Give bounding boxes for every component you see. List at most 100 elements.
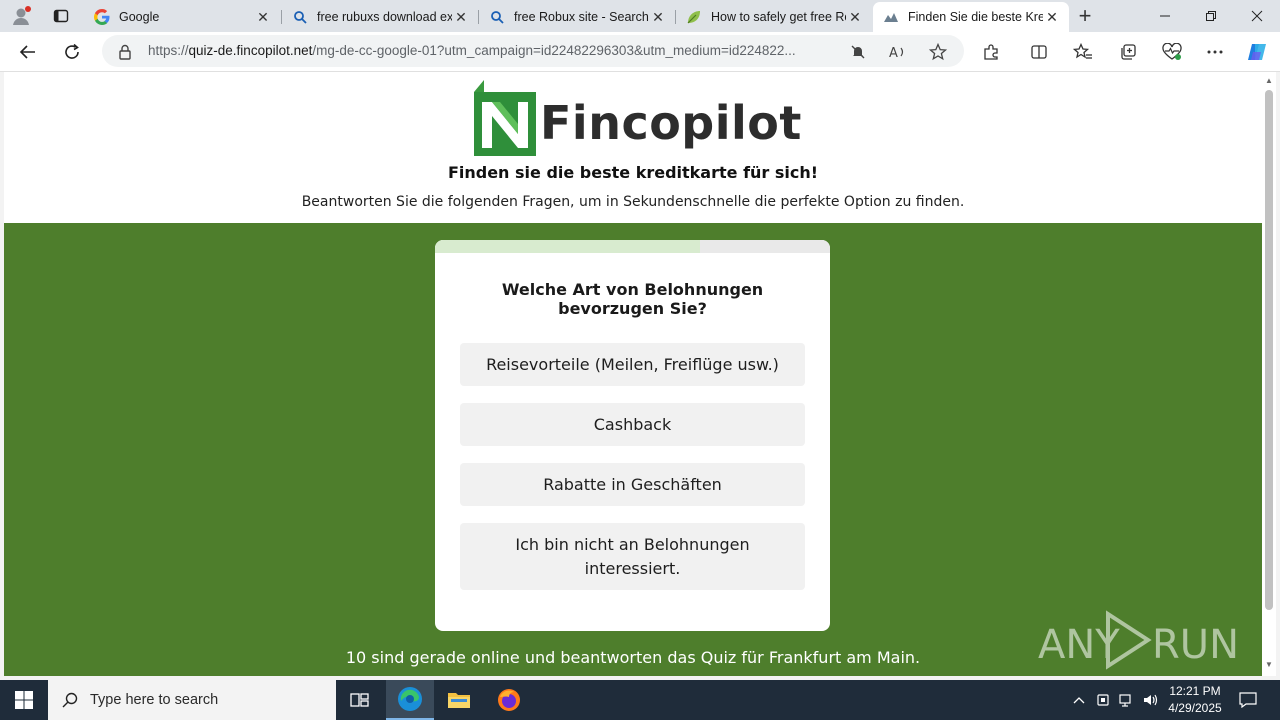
fincopilot-logo[interactable]: Fincopilot bbox=[470, 78, 802, 158]
close-icon[interactable]: ✕ bbox=[846, 8, 864, 26]
tray-network-icon[interactable] bbox=[1116, 680, 1138, 720]
favorites-icon bbox=[1073, 43, 1092, 59]
tab-fincopilot[interactable]: Finden Sie die beste Kred ✕ bbox=[873, 2, 1069, 32]
extensions-button[interactable] bbox=[976, 38, 1006, 66]
address-bar[interactable]: https://quiz-de.fincopilot.net/mg-de-cc-… bbox=[102, 35, 964, 67]
google-icon bbox=[94, 9, 110, 25]
page-header: Fincopilot Finden sie die beste kreditka… bbox=[4, 72, 1262, 223]
page-subline: Beantworten Sie die folgenden Fragen, um… bbox=[301, 194, 965, 210]
quiz-card: Welche Art von Belohnungen bevorzugen Si… bbox=[435, 240, 830, 631]
taskbar-clock[interactable]: 12:21 PM 4/29/2025 bbox=[1160, 683, 1230, 717]
edge-icon bbox=[398, 687, 422, 711]
split-screen-icon bbox=[1031, 45, 1047, 59]
heart-pulse-icon bbox=[1162, 43, 1182, 60]
firefox-icon bbox=[498, 689, 520, 711]
logo-wordmark: Fincopilot bbox=[540, 96, 802, 150]
tab-free-robux[interactable]: free Robux site - Search ✕ bbox=[479, 2, 675, 32]
fincopilot-logo-icon bbox=[474, 80, 536, 156]
network-icon bbox=[1119, 694, 1131, 707]
browser-essentials-button[interactable] bbox=[1157, 38, 1187, 66]
url-path: /mg-de-cc-google-01?utm_campaign=id22482… bbox=[312, 43, 796, 58]
notifications-blocked-icon[interactable] bbox=[847, 41, 869, 63]
new-tab-button[interactable]: + bbox=[1070, 2, 1100, 30]
read-aloud-icon[interactable]: A bbox=[887, 41, 909, 63]
close-icon bbox=[1251, 10, 1263, 22]
notification-icon bbox=[1239, 692, 1257, 708]
profile-icon bbox=[13, 6, 31, 25]
restore-button[interactable] bbox=[1188, 0, 1234, 32]
tab-free-rubuxs[interactable]: free rubuxs download ex ✕ bbox=[282, 2, 478, 32]
tab-actions-button[interactable] bbox=[42, 0, 80, 32]
option-travel-benefits[interactable]: Reisevorteile (Meilen, Freiflüge usw.) bbox=[460, 343, 805, 386]
quiz-question: Welche Art von Belohnungen bevorzugen Si… bbox=[501, 280, 764, 318]
device-icon bbox=[1097, 694, 1109, 706]
puzzle-icon bbox=[984, 44, 998, 60]
windows-logo-icon bbox=[15, 691, 33, 709]
reload-icon bbox=[65, 43, 79, 59]
tab-how-to-safely[interactable]: How to safely get free Ro ✕ bbox=[676, 2, 872, 32]
close-icon[interactable]: ✕ bbox=[254, 8, 272, 26]
back-button[interactable] bbox=[12, 36, 44, 68]
browser-toolbar: https://quiz-de.fincopilot.net/mg-de-cc-… bbox=[0, 32, 1280, 72]
url-host: quiz-de.fincopilot.net bbox=[188, 43, 313, 58]
option-no-rewards[interactable]: Ich bin nicht an Belohnungen interessier… bbox=[460, 523, 805, 590]
favorites-button[interactable] bbox=[1068, 38, 1098, 66]
leaf-favicon bbox=[686, 9, 702, 25]
scroll-thumb[interactable] bbox=[1265, 90, 1273, 610]
tab-title: How to safely get free Ro bbox=[711, 10, 846, 24]
page-headline: Finden sie die beste kreditkarte für sic… bbox=[447, 163, 819, 182]
taskbar-file-explorer[interactable] bbox=[435, 680, 483, 720]
watermark-text-right: RUN bbox=[1152, 622, 1236, 668]
taskbar-search-placeholder: Type here to search bbox=[90, 692, 219, 708]
page-scrollbar[interactable]: ▲ ▼ bbox=[1262, 72, 1276, 676]
scroll-down-arrow[interactable]: ▼ bbox=[1264, 660, 1274, 670]
taskbar-firefox[interactable] bbox=[485, 680, 533, 720]
speaker-icon bbox=[1144, 694, 1158, 706]
anyrun-watermark: ANY RUN bbox=[1036, 608, 1239, 672]
collections-icon bbox=[1121, 44, 1136, 60]
task-view-icon bbox=[350, 693, 369, 707]
show-hidden-icons-button[interactable] bbox=[1068, 680, 1090, 720]
start-button[interactable] bbox=[0, 680, 48, 720]
taskbar-search-box[interactable]: Type here to search bbox=[48, 680, 336, 720]
scroll-up-arrow[interactable]: ▲ bbox=[1264, 76, 1274, 86]
search-icon bbox=[489, 9, 505, 25]
copilot-icon bbox=[1248, 44, 1266, 60]
collections-button[interactable] bbox=[1113, 38, 1143, 66]
option-store-discounts[interactable]: Rabatte in Geschäften bbox=[460, 463, 805, 506]
url-prefix: https:// bbox=[148, 43, 189, 58]
favorite-star-icon[interactable] bbox=[927, 41, 949, 63]
tab-title: free Robux site - Search bbox=[514, 10, 649, 24]
taskbar-edge[interactable] bbox=[386, 680, 434, 720]
tab-title: Google bbox=[119, 10, 160, 24]
tab-title: Finden Sie die beste Kred bbox=[908, 10, 1043, 24]
split-screen-button[interactable] bbox=[1024, 38, 1054, 66]
close-window-button[interactable] bbox=[1234, 0, 1280, 32]
task-view-button[interactable] bbox=[336, 680, 384, 720]
settings-more-button[interactable] bbox=[1200, 38, 1230, 66]
tray-device-icon[interactable] bbox=[1092, 680, 1114, 720]
tray-volume-icon[interactable] bbox=[1140, 680, 1162, 720]
tab-strip: Google ✕ free rubuxs download ex ✕ free … bbox=[0, 0, 1280, 32]
clock-date: 4/29/2025 bbox=[1168, 701, 1222, 715]
notifications-button[interactable] bbox=[1236, 680, 1260, 720]
progress-bar bbox=[435, 240, 830, 253]
reload-button[interactable] bbox=[56, 36, 88, 68]
search-icon bbox=[62, 692, 78, 708]
tab-google[interactable]: Google ✕ bbox=[84, 2, 280, 32]
page-viewport: Fincopilot Finden sie die beste kreditka… bbox=[4, 72, 1262, 676]
lock-icon[interactable] bbox=[114, 41, 136, 63]
search-icon bbox=[292, 9, 308, 25]
option-cashback[interactable]: Cashback bbox=[460, 403, 805, 446]
close-icon[interactable]: ✕ bbox=[1043, 8, 1061, 26]
close-icon[interactable]: ✕ bbox=[452, 8, 470, 26]
url-text[interactable]: https://quiz-de.fincopilot.net/mg-de-cc-… bbox=[148, 43, 838, 58]
minimize-button[interactable] bbox=[1142, 0, 1188, 32]
chart-favicon bbox=[883, 9, 899, 25]
profile-button[interactable] bbox=[2, 0, 40, 32]
chevron-up-icon bbox=[1073, 697, 1085, 704]
minimize-icon bbox=[1160, 15, 1170, 17]
windows-taskbar: Type here to search 12:21 PM 4/29/2025 bbox=[0, 680, 1280, 720]
copilot-button[interactable] bbox=[1242, 38, 1272, 66]
close-icon[interactable]: ✕ bbox=[649, 8, 667, 26]
